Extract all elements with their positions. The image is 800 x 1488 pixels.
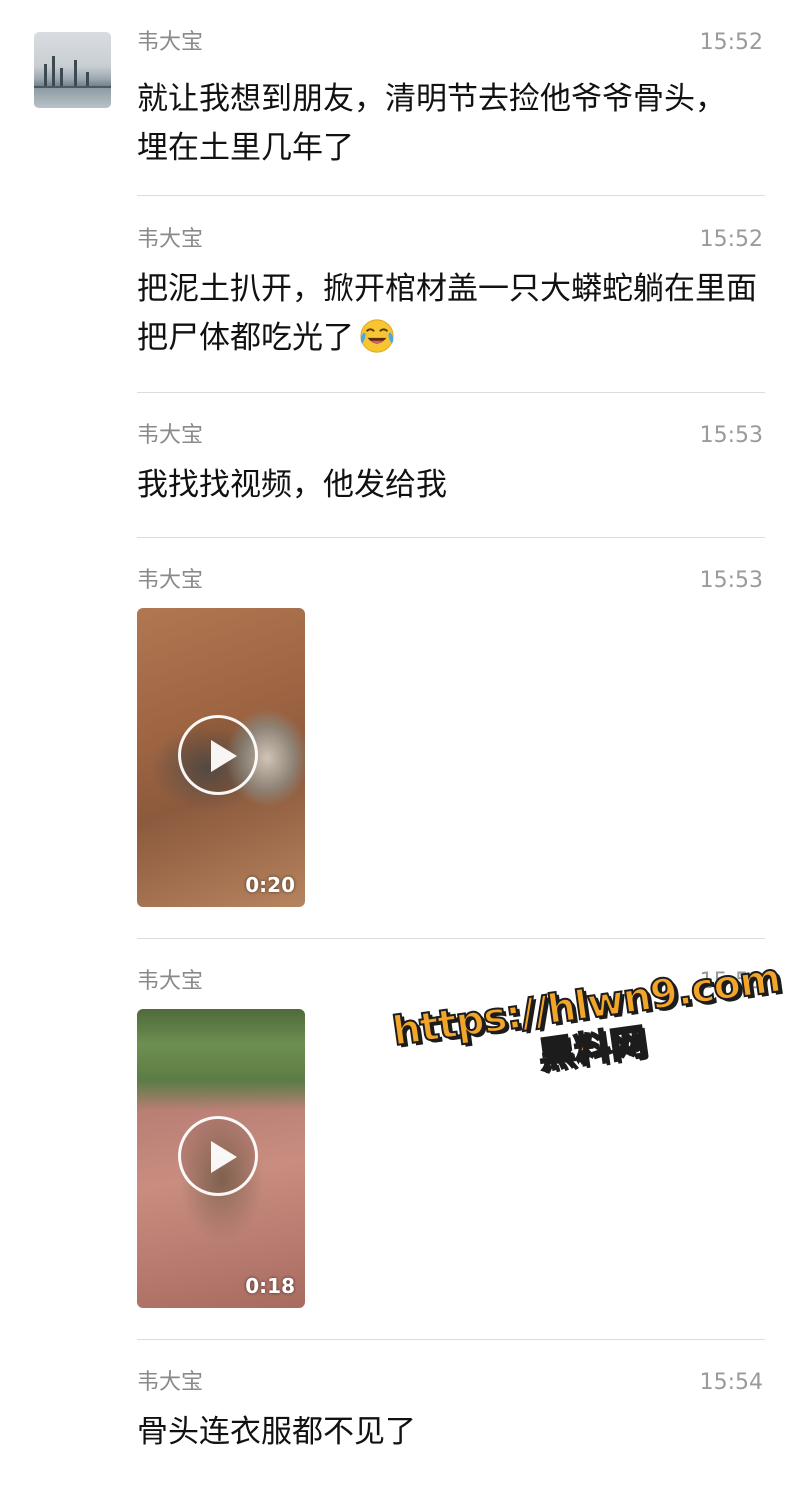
- message-text[interactable]: 就让我想到朋友，清明节去捡他爷爷骨头，埋在土里几年了: [137, 75, 737, 173]
- message-time: 15:52: [699, 227, 763, 252]
- video-thumbnail[interactable]: 0:18: [137, 1009, 305, 1308]
- message-time: 15:53: [699, 568, 763, 593]
- sender-avatar[interactable]: [34, 32, 111, 108]
- sender-name: 韦大宝: [137, 1370, 204, 1395]
- sender-name: 韦大宝: [137, 227, 204, 252]
- play-icon[interactable]: [178, 715, 258, 795]
- message-time: 15:53: [699, 423, 763, 448]
- message-divider: [137, 195, 765, 196]
- play-icon[interactable]: [178, 1116, 258, 1196]
- sender-name: 韦大宝: [137, 568, 204, 593]
- video-duration: 0:20: [245, 873, 295, 897]
- message-divider: [137, 392, 765, 393]
- message-text[interactable]: 我找找视频，他发给我: [137, 461, 767, 510]
- video-thumbnail[interactable]: 0:20: [137, 608, 305, 907]
- face-with-tears-of-joy-icon: [360, 319, 394, 353]
- avatar-skyline: [44, 64, 47, 86]
- chat-message: 韦大宝 15:52 就让我想到朋友，清明节去捡他爷爷骨头，埋在土里几年了: [137, 30, 765, 170]
- message-time: 15:54: [699, 1370, 763, 1395]
- message-text[interactable]: 骨头连衣服都不见了: [137, 1408, 767, 1457]
- message-time: 15:52: [699, 30, 763, 55]
- video-duration: 0:18: [245, 1274, 295, 1298]
- sender-name: 韦大宝: [137, 969, 204, 994]
- message-text[interactable]: 把泥土扒开，掀开棺材盖一只大蟒蛇躺在里面把尸体都吃光了: [137, 265, 767, 363]
- chat-message: 韦大宝 15:53 0:20: [137, 568, 765, 908]
- chat-message: 韦大宝 15:54 骨头连衣服都不见了: [137, 1370, 765, 1460]
- sender-name: 韦大宝: [137, 30, 204, 55]
- sender-name: 韦大宝: [137, 423, 204, 448]
- message-divider: [137, 938, 765, 939]
- chat-message: 韦大宝 15:53 我找找视频，他发给我: [137, 423, 765, 513]
- message-divider: [137, 537, 765, 538]
- message-text-content: 把泥土扒开，掀开棺材盖一只大蟒蛇躺在里面把尸体都吃光了: [137, 271, 757, 356]
- message-divider: [137, 1339, 765, 1340]
- chat-message: 韦大宝 15:52 把泥土扒开，掀开棺材盖一只大蟒蛇躺在里面把尸体都吃光了: [137, 227, 765, 367]
